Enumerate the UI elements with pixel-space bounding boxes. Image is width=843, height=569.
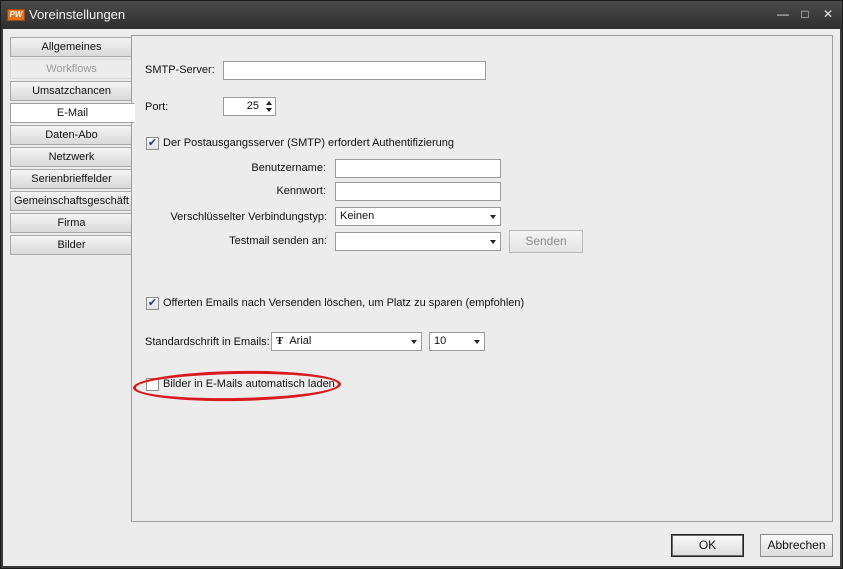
encryption-label: Verschlüsselter Verbindungstyp: [170, 211, 327, 223]
testmail-select[interactable] [335, 232, 501, 251]
chevron-down-icon [490, 215, 496, 219]
default-font-label: Standardschrift in Emails: [145, 336, 270, 348]
preferences-window: PW Voreinstellungen — □ ✕ Allgemeines Wo… [0, 0, 843, 569]
chevron-down-icon [490, 240, 496, 244]
close-icon[interactable]: ✕ [820, 7, 836, 21]
nav-item-allgemeines[interactable]: Allgemeines [10, 37, 133, 57]
truetype-font-icon: Ŧ [276, 335, 284, 347]
auth-checkbox[interactable]: ✔ [146, 137, 159, 150]
chevron-down-icon [411, 340, 417, 344]
delete-after-send-label: Offerten Emails nach Versenden löschen, … [163, 297, 525, 309]
font-value: Arial [289, 335, 312, 347]
email-settings-panel: SMTP-Server: Port: 25 ✔ Der Postausgangs… [131, 35, 833, 522]
nav-item-email[interactable]: E-Mail [10, 103, 135, 123]
title-bar[interactable]: PW Voreinstellungen — □ ✕ [1, 1, 842, 29]
nav-item-firma[interactable]: Firma [10, 213, 133, 233]
password-label: Kennwort: [276, 185, 326, 197]
dialog-client-area: Allgemeines Workflows Umsatzchancen E-Ma… [3, 29, 840, 566]
delete-after-send-checkbox[interactable]: ✔ [146, 297, 159, 310]
nav-item-workflows: Workflows [10, 59, 133, 79]
font-size-select[interactable]: 10 [429, 332, 485, 351]
spin-down-icon[interactable] [266, 108, 272, 112]
nav-item-umsatzchancen[interactable]: Umsatzchancen [10, 81, 133, 101]
nav-item-gemeinschaftsgeschaeft[interactable]: Gemeinschaftsgeschäft [10, 191, 133, 211]
password-input[interactable] [335, 182, 501, 201]
window-title: Voreinstellungen [29, 7, 126, 22]
font-size-value: 10 [434, 335, 447, 347]
username-input[interactable] [335, 159, 501, 178]
chevron-down-icon [474, 340, 480, 344]
testmail-label: Testmail senden an: [229, 235, 327, 247]
font-select[interactable]: Ŧ Arial [271, 332, 422, 351]
nav-item-netzwerk[interactable]: Netzwerk [10, 147, 133, 167]
port-value: 25 [246, 100, 259, 112]
username-label: Benutzername: [251, 162, 326, 174]
maximize-icon[interactable]: □ [797, 7, 813, 21]
nav-item-serienbrieffelder[interactable]: Serienbrieffelder [10, 169, 133, 189]
auth-checkbox-label: Der Postausgangsserver (SMTP) erfordert … [163, 137, 455, 149]
app-logo-icon: PW [7, 9, 25, 21]
encryption-value: Keinen [340, 210, 375, 222]
nav-item-bilder[interactable]: Bilder [10, 235, 133, 255]
minimize-icon[interactable]: — [775, 7, 791, 21]
encryption-select[interactable]: Keinen [335, 207, 501, 226]
send-test-button[interactable]: Senden [509, 230, 583, 253]
port-stepper[interactable]: 25 [223, 97, 276, 116]
smtp-server-input[interactable] [223, 61, 486, 80]
nav-item-daten-abo[interactable]: Daten-Abo [10, 125, 133, 145]
cancel-button[interactable]: Abbrechen [760, 534, 833, 557]
port-label: Port: [145, 101, 169, 113]
ok-button[interactable]: OK [671, 534, 744, 557]
spin-up-icon[interactable] [266, 101, 272, 105]
smtp-server-label: SMTP-Server: [145, 64, 215, 76]
